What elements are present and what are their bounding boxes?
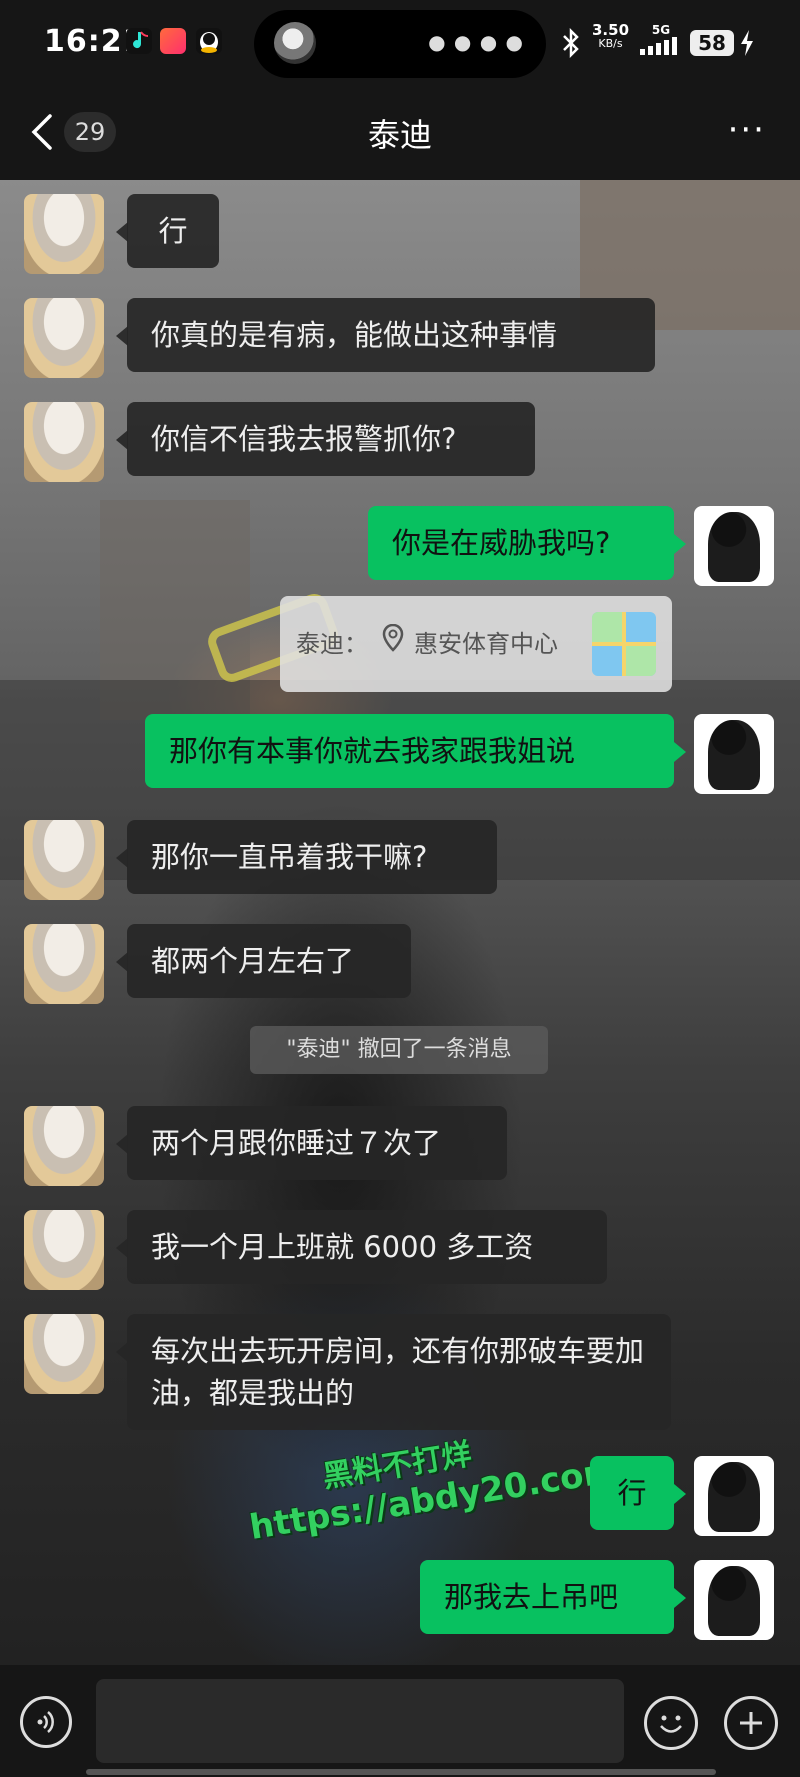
charging-icon	[740, 30, 754, 60]
game-app-icon	[160, 28, 186, 54]
more-options-button[interactable]: ···	[728, 110, 766, 150]
message-input[interactable]	[96, 1679, 624, 1763]
recall-notice: "泰迪" 撤回了一条消息	[250, 1026, 548, 1074]
contact-avatar[interactable]	[24, 402, 104, 482]
message-bubble[interactable]: 那我去上吊吧	[420, 1560, 674, 1634]
location-sender: 泰迪：	[296, 630, 368, 658]
my-avatar[interactable]	[694, 1456, 774, 1536]
message-row: 那你一直吊着我干嘛?	[0, 820, 800, 904]
message-bubble[interactable]: 你真的是有病，能做出这种事情	[127, 298, 655, 372]
message-row: 我一个月上班就 6000 多工资	[0, 1210, 800, 1294]
status-bar: 16:21 ● ● ● ● 3.50 KB/s 5G 58	[0, 0, 800, 88]
penguin-app-icon	[196, 28, 222, 54]
contact-avatar[interactable]	[24, 924, 104, 1004]
input-bar	[0, 1665, 800, 1777]
message-bubble[interactable]: 那你一直吊着我干嘛?	[127, 820, 497, 894]
message-bubble[interactable]: 你信不信我去报警抓你?	[127, 402, 535, 476]
contact-avatar[interactable]	[24, 194, 104, 274]
location-place-name: 惠安体育中心	[414, 630, 558, 658]
message-row: 你是在威胁我吗?	[0, 506, 800, 590]
message-row: 你信不信我去报警抓你?	[0, 402, 800, 486]
message-row: 都两个月左右了	[0, 924, 800, 1008]
message-row: 那你有本事你就去我家跟我姐说	[0, 714, 800, 798]
plus-icon	[740, 1712, 762, 1734]
island-dots-icon: ● ● ● ●	[428, 30, 524, 54]
message-row: 两个月跟你睡过７次了	[0, 1106, 800, 1190]
message-row: 行	[0, 1456, 800, 1540]
island-avatar-icon	[274, 22, 316, 64]
emoji-icon	[660, 1715, 682, 1733]
more-functions-button[interactable]	[724, 1696, 778, 1750]
contact-avatar[interactable]	[24, 1106, 104, 1186]
location-pin-icon	[382, 623, 404, 652]
contact-avatar[interactable]	[24, 298, 104, 378]
map-thumbnail-icon	[592, 612, 656, 676]
dynamic-island[interactable]: ● ● ● ●	[254, 10, 546, 78]
chat-area[interactable]: 行 你真的是有病，能做出这种事情 你信不信我去报警抓你? 你是在威胁我吗? 泰迪…	[0, 180, 800, 1665]
net-speed: 3.50 KB/s	[592, 21, 630, 51]
location-share-card[interactable]: 泰迪： 惠安体育中心	[280, 596, 672, 692]
bluetooth-icon	[560, 27, 582, 62]
message-row: 行	[0, 194, 800, 278]
message-row: 你真的是有病，能做出这种事情	[0, 298, 800, 382]
chat-title: 泰迪	[367, 116, 432, 154]
message-bubble[interactable]: 两个月跟你睡过７次了	[127, 1106, 507, 1180]
contact-avatar[interactable]	[24, 820, 104, 900]
voice-icon	[37, 1711, 54, 1733]
my-avatar[interactable]	[694, 506, 774, 586]
message-row: 那我去上吊吧	[0, 1560, 800, 1644]
message-bubble[interactable]: 你是在威胁我吗?	[368, 506, 674, 580]
message-bubble[interactable]: 那你有本事你就去我家跟我姐说	[145, 714, 674, 788]
message-row: 每次出去玩开房间，还有你那破车要加油，都是我出的	[0, 1314, 800, 1438]
voice-input-button[interactable]	[20, 1696, 72, 1748]
my-avatar[interactable]	[694, 1560, 774, 1640]
music-app-icon	[126, 28, 152, 54]
contact-avatar[interactable]	[24, 1210, 104, 1290]
emoji-button[interactable]	[644, 1696, 698, 1750]
battery-indicator: 58	[690, 30, 734, 56]
signal-icon: 5G	[640, 24, 682, 58]
message-bubble[interactable]: 都两个月左右了	[127, 924, 411, 998]
chat-header: 29 泰迪 ···	[0, 88, 800, 180]
my-avatar[interactable]	[694, 714, 774, 794]
message-bubble[interactable]: 行	[590, 1456, 674, 1530]
contact-avatar[interactable]	[24, 1314, 104, 1394]
message-bubble[interactable]: 行	[127, 194, 219, 268]
message-bubble[interactable]: 我一个月上班就 6000 多工资	[127, 1210, 607, 1284]
home-indicator[interactable]	[86, 1769, 716, 1775]
